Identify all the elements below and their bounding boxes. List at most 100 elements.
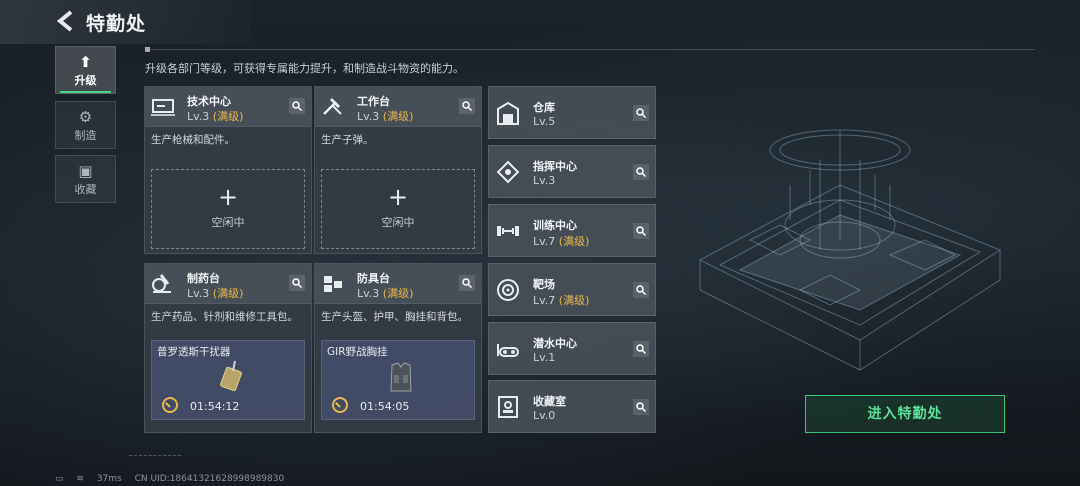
card-armor-bench[interactable]: 防具台 Lv.3 (满级) 生产头盔、护甲、胸挂和背包。 GIR野战胸挂 01:… bbox=[314, 263, 482, 433]
card-name: 技术中心 bbox=[187, 95, 231, 108]
inspect-button[interactable] bbox=[459, 275, 475, 291]
status-bar: ▭ ≋ 37ms CN UID:18641321628998989830 bbox=[55, 474, 294, 484]
headquarters-building-illustration bbox=[698, 129, 1002, 371]
slot-status: 空闲中 bbox=[211, 216, 245, 229]
tab-craft[interactable]: ⚙ 制造 bbox=[55, 101, 116, 149]
gears-icon: ⚙ bbox=[78, 108, 93, 126]
magnifier-icon bbox=[292, 278, 302, 288]
facility-level: Lv.7 (满级) bbox=[533, 235, 590, 248]
inspect-button[interactable] bbox=[633, 341, 649, 357]
card-description: 生产子弹。 bbox=[321, 134, 374, 146]
facility-name: 指挥中心 bbox=[533, 160, 577, 173]
tab-label: 升级 bbox=[74, 74, 97, 87]
tab-label: 制造 bbox=[74, 129, 97, 142]
magnifier-icon bbox=[292, 101, 302, 111]
tab-collection[interactable]: ▣ 收藏 bbox=[55, 155, 116, 203]
user-uid: CN UID:18641321628998989830 bbox=[134, 474, 285, 484]
idle-slot[interactable]: + 空闲中 bbox=[151, 169, 305, 249]
crafting-timer: 01:54:12 bbox=[190, 400, 240, 413]
magnifier-icon bbox=[462, 101, 472, 111]
card-header: 防具台 Lv.3 (满级) bbox=[315, 264, 481, 304]
facility-shooting-range[interactable]: 靶场 Lv.7 (满级) bbox=[488, 263, 656, 316]
tech-center-icon bbox=[151, 99, 175, 116]
dumbbell-icon bbox=[497, 226, 519, 236]
back-arrow-icon[interactable] bbox=[56, 10, 76, 32]
facility-name: 训练中心 bbox=[533, 219, 577, 232]
inspect-button[interactable] bbox=[289, 275, 305, 291]
wifi-icon: ≋ bbox=[76, 474, 84, 484]
inspect-button[interactable] bbox=[289, 98, 305, 114]
tab-label: 收藏 bbox=[74, 183, 97, 196]
facility-command-center[interactable]: 指挥中心 Lv.3 bbox=[488, 145, 656, 198]
workbench-icon bbox=[323, 97, 342, 115]
crafting-slot[interactable]: 普罗透斯干扰器 01:54:12 bbox=[151, 340, 305, 420]
tab-upgrade[interactable]: ⬆ 升级 bbox=[55, 46, 116, 94]
magnifier-icon bbox=[636, 402, 646, 412]
inspect-button[interactable] bbox=[633, 399, 649, 415]
crafting-timer: 01:54:05 bbox=[360, 400, 410, 413]
facility-warehouse[interactable]: 仓库 Lv.5 bbox=[488, 86, 656, 139]
card-name: 制药台 bbox=[187, 272, 220, 285]
card-name: 防具台 bbox=[357, 272, 390, 285]
card-description: 生产头盔、护甲、胸挂和背包。 bbox=[321, 311, 468, 323]
collection-room-icon bbox=[498, 396, 518, 418]
magnifier-icon bbox=[636, 167, 646, 177]
inspect-button[interactable] bbox=[633, 282, 649, 298]
timer-icon bbox=[162, 397, 178, 413]
plus-icon: + bbox=[217, 183, 239, 211]
microscope-icon bbox=[152, 274, 171, 293]
card-level: Lv.3 (满级) bbox=[357, 110, 414, 123]
facility-level: Lv.0 bbox=[533, 409, 556, 422]
timer-icon bbox=[332, 397, 348, 413]
ping-value: 37ms bbox=[96, 474, 122, 484]
facility-level: Lv.3 bbox=[533, 174, 556, 187]
card-header: 技术中心 Lv.3 (满级) bbox=[145, 87, 311, 127]
facility-level: Lv.5 bbox=[533, 115, 556, 128]
magnifier-icon bbox=[636, 226, 646, 236]
target-icon bbox=[497, 279, 519, 301]
facility-name: 靶场 bbox=[533, 278, 555, 291]
facility-training-center[interactable]: 训练中心 Lv.7 (满级) bbox=[488, 204, 656, 257]
enter-special-ops-button[interactable]: 进入特勤处 bbox=[805, 395, 1005, 433]
crafting-slot[interactable]: GIR野战胸挂 01:54:05 bbox=[321, 340, 475, 420]
page-description: 升级各部门等级，可获得专属能力提升，和制造战斗物资的能力。 bbox=[145, 62, 464, 75]
inspect-button[interactable] bbox=[633, 164, 649, 180]
chest-rig-icon bbox=[390, 362, 412, 392]
idle-slot[interactable]: + 空闲中 bbox=[321, 169, 475, 249]
crafting-item-name: GIR野战胸挂 bbox=[327, 346, 388, 358]
card-header: 制药台 Lv.3 (满级) bbox=[145, 264, 311, 304]
facility-name: 潜水中心 bbox=[533, 337, 577, 350]
facility-level: Lv.7 (满级) bbox=[533, 294, 590, 307]
divider bbox=[145, 47, 1035, 52]
card-description: 生产枪械和配件。 bbox=[151, 134, 235, 146]
card-description: 生产药品、针剂和维修工具包。 bbox=[151, 311, 298, 323]
battery-icon: ▭ bbox=[55, 474, 64, 484]
plus-icon: + bbox=[387, 183, 409, 211]
inspect-button[interactable] bbox=[633, 105, 649, 121]
card-pharmacy[interactable]: 制药台 Lv.3 (满级) 生产药品、针剂和维修工具包。 普罗透斯干扰器 01:… bbox=[144, 263, 312, 433]
card-level: Lv.3 (满级) bbox=[187, 110, 244, 123]
magnifier-icon bbox=[636, 108, 646, 118]
facility-diving-center[interactable]: 潜水中心 Lv.1 bbox=[488, 322, 656, 375]
card-tech-center[interactable]: 技术中心 Lv.3 (满级) 生产枪械和配件。 + 空闲中 bbox=[144, 86, 312, 254]
decorative-frame bbox=[129, 455, 181, 466]
inspect-button[interactable] bbox=[459, 98, 475, 114]
facility-name: 收藏室 bbox=[533, 395, 566, 408]
jammer-device-icon bbox=[220, 360, 242, 392]
card-workbench[interactable]: 工作台 Lv.3 (满级) 生产子弹。 + 空闲中 bbox=[314, 86, 482, 254]
page-title: 特勤处 bbox=[86, 13, 147, 35]
crafting-item-name: 普罗透斯干扰器 bbox=[157, 346, 231, 358]
magnifier-icon bbox=[636, 344, 646, 354]
card-header: 工作台 Lv.3 (满级) bbox=[315, 87, 481, 127]
armor-bench-icon bbox=[324, 276, 342, 292]
facility-level: Lv.1 bbox=[533, 351, 556, 364]
command-chip-icon bbox=[496, 160, 520, 184]
slot-status: 空闲中 bbox=[381, 216, 415, 229]
warehouse-icon bbox=[497, 101, 519, 125]
diving-mask-icon bbox=[497, 344, 519, 357]
inspect-button[interactable] bbox=[633, 223, 649, 239]
magnifier-icon bbox=[462, 278, 472, 288]
facility-name: 仓库 bbox=[533, 101, 555, 114]
card-name: 工作台 bbox=[357, 95, 390, 108]
facility-collection-room[interactable]: 收藏室 Lv.0 bbox=[488, 380, 656, 433]
